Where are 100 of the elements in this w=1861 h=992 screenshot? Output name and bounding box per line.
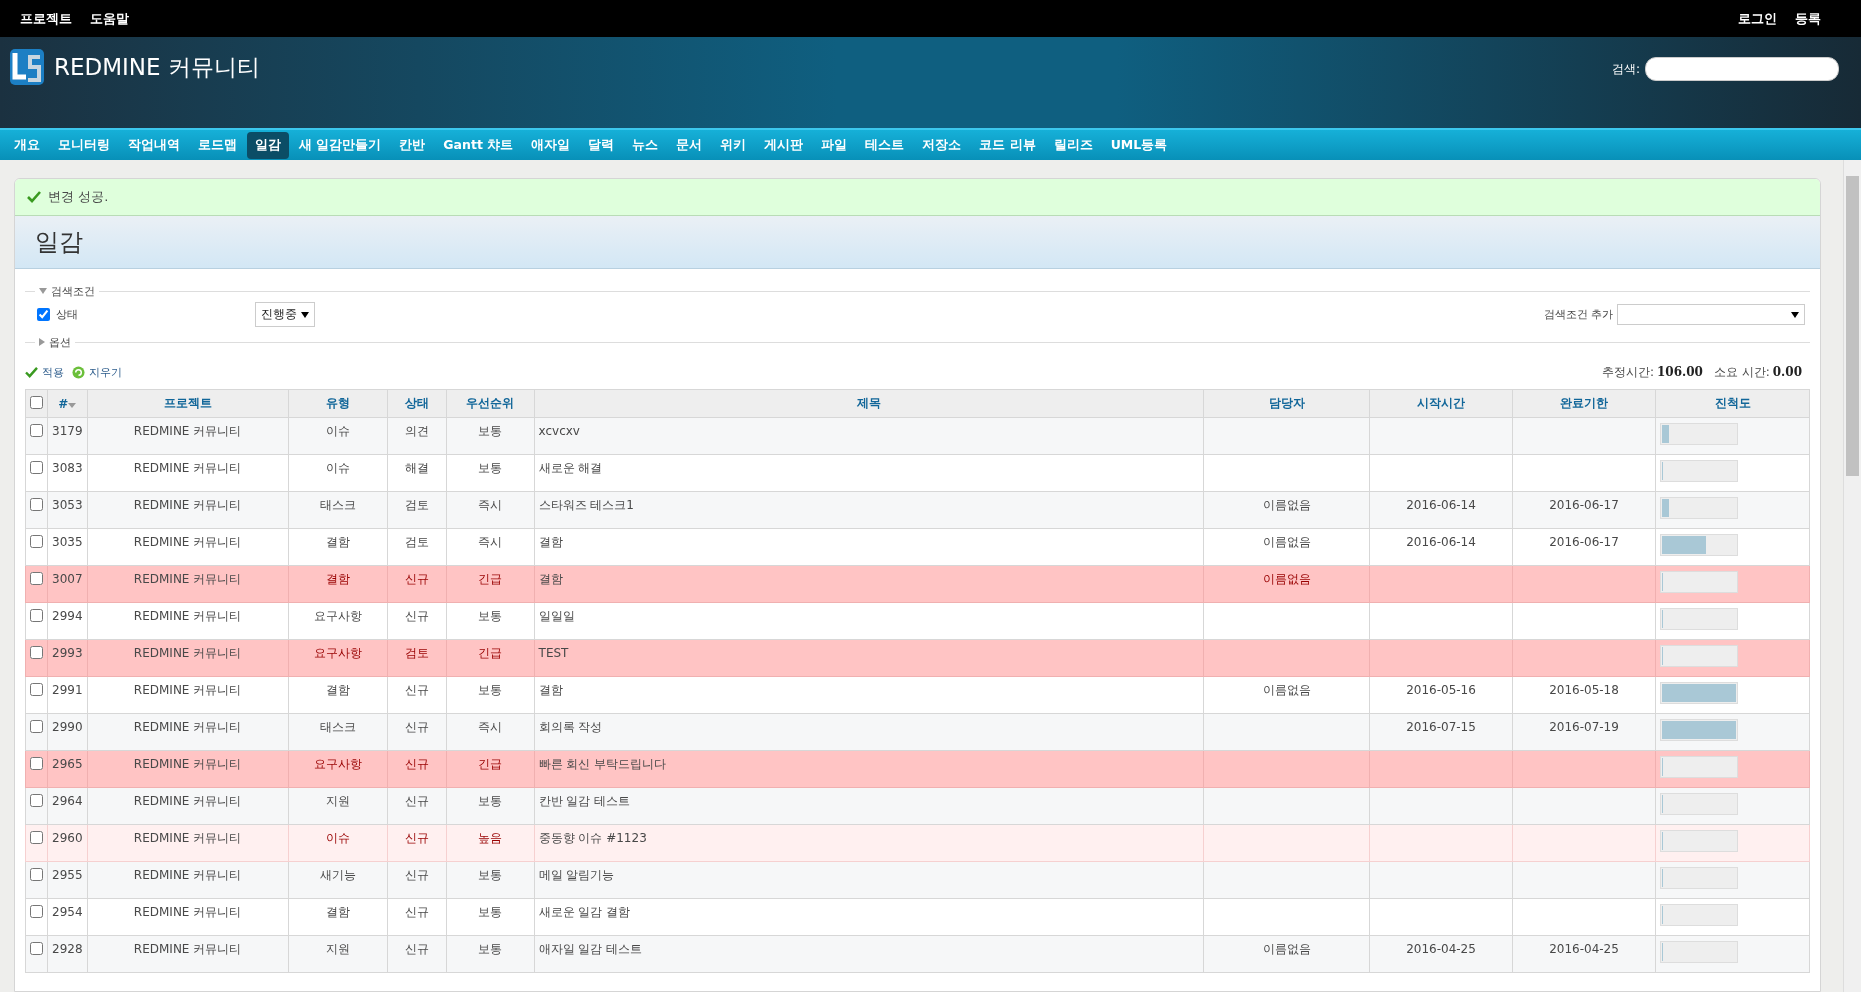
table-cell: 보통: [446, 935, 535, 973]
subject-link[interactable]: 스타워즈 테스크1: [534, 491, 1204, 529]
expanded-triangle-icon[interactable]: [39, 288, 47, 294]
row-checkbox[interactable]: [30, 720, 43, 733]
table-cell: 결함: [288, 565, 388, 603]
table-cell: 2016-06-17: [1512, 491, 1656, 529]
column-header[interactable]: 시작시간: [1369, 389, 1513, 418]
subject-link[interactable]: 새로운 일감 결함: [534, 898, 1204, 936]
row-checkbox[interactable]: [30, 683, 43, 696]
table-cell: 즉시: [446, 528, 535, 566]
issue-id-link[interactable]: 2955: [47, 861, 88, 899]
issue-id-link[interactable]: 3035: [47, 528, 88, 566]
table-cell: 보통: [446, 454, 535, 492]
row-checkbox[interactable]: [30, 424, 43, 437]
column-header[interactable]: 우선순위: [446, 389, 535, 418]
success-text: 변경 성공.: [48, 188, 109, 206]
table-cell: REDMINE 커뮤니티: [87, 935, 289, 973]
column-header[interactable]: #: [47, 389, 88, 418]
issue-id-link[interactable]: 3007: [47, 565, 88, 603]
column-header[interactable]: 담당자: [1203, 389, 1370, 418]
table-cell: 이름없음: [1203, 676, 1370, 714]
subject-link[interactable]: 빠른 회신 부탁드립니다: [534, 750, 1204, 788]
issue-id-link[interactable]: 2964: [47, 787, 88, 825]
table-cell: 2016-05-18: [1512, 676, 1656, 714]
issue-id-link[interactable]: 3083: [47, 454, 88, 492]
issue-id-link[interactable]: 2965: [47, 750, 88, 788]
column-header[interactable]: 완료기한: [1512, 389, 1656, 418]
column-header[interactable]: 상태: [387, 389, 447, 418]
table-cell: REDMINE 커뮤니티: [87, 528, 289, 566]
filter-action-link[interactable]: 적용: [42, 365, 64, 380]
column-header[interactable]: 진척도: [1655, 389, 1810, 418]
subject-link[interactable]: 중동향 이슈 #1123: [534, 824, 1204, 862]
table-cell: 결함: [288, 676, 388, 714]
issue-id-link[interactable]: 2991: [47, 676, 88, 714]
select-all-checkbox[interactable]: [30, 395, 43, 409]
top-menu-link[interactable]: 프로젝트: [20, 9, 72, 28]
subject-link[interactable]: 회의록 작성: [534, 713, 1204, 751]
column-header[interactable]: 유형: [288, 389, 388, 418]
table-cell: 2016-04-25: [1369, 935, 1513, 973]
table-cell: 신규: [387, 861, 447, 899]
issue-id-link[interactable]: 2928: [47, 935, 88, 973]
subject-link[interactable]: xcvcxv: [534, 417, 1204, 455]
row-checkbox[interactable]: [30, 535, 43, 548]
search-field[interactable]: [1645, 57, 1839, 81]
filter-legend[interactable]: 검색조건: [51, 283, 95, 299]
scrollbar[interactable]: [1843, 160, 1861, 992]
options-legend[interactable]: 옵션: [49, 334, 71, 350]
column-header[interactable]: 제목: [534, 389, 1204, 418]
table-cell: REDMINE 커뮤니티: [87, 713, 289, 751]
table-cell: 요구사항: [288, 639, 388, 677]
table-cell: 이슈: [288, 417, 388, 455]
issue-id-link[interactable]: 2960: [47, 824, 88, 862]
subject-link[interactable]: 메일 알림기능: [534, 861, 1204, 899]
row-checkbox[interactable]: [30, 609, 43, 622]
subject-link[interactable]: 결함: [534, 676, 1204, 714]
issue-id-link[interactable]: 3179: [47, 417, 88, 455]
subject-link[interactable]: 결함: [534, 565, 1204, 603]
total-value: 106.00: [1656, 365, 1703, 379]
row-checkbox[interactable]: [30, 942, 43, 955]
row-checkbox[interactable]: [30, 646, 43, 659]
collapsed-triangle-icon[interactable]: [39, 338, 45, 346]
table-cell: 2016-06-17: [1512, 528, 1656, 566]
issue-id-link[interactable]: 2994: [47, 602, 88, 640]
issue-id-link[interactable]: 2990: [47, 713, 88, 751]
total-label: 소요 시간:: [1713, 364, 1770, 381]
status-checkbox[interactable]: [37, 308, 50, 321]
nav-tab[interactable]: 일감: [247, 131, 289, 159]
table-cell: 2016-06-14: [1369, 528, 1513, 566]
subject-link[interactable]: TEST: [534, 639, 1204, 677]
table-cell: 보통: [446, 676, 535, 714]
table-cell: 신규: [387, 713, 447, 751]
account-link[interactable]: 등록: [1795, 9, 1821, 28]
table-cell: 2016-07-15: [1369, 713, 1513, 751]
account-link[interactable]: 로그인: [1738, 9, 1777, 28]
subject-link[interactable]: 일일일: [534, 602, 1204, 640]
row-checkbox[interactable]: [30, 905, 43, 918]
table-cell: 요구사항: [288, 750, 388, 788]
issue-id-link[interactable]: 2954: [47, 898, 88, 936]
row-checkbox[interactable]: [30, 498, 43, 511]
subject-link[interactable]: 애자일 일감 테스트: [534, 935, 1204, 973]
row-checkbox[interactable]: [30, 831, 43, 844]
table-cell: REDMINE 커뮤니티: [87, 824, 289, 862]
column-header[interactable]: 프로젝트: [87, 389, 289, 418]
issue-id-link[interactable]: 3053: [47, 491, 88, 529]
row-checkbox[interactable]: [30, 461, 43, 474]
row-checkbox[interactable]: [30, 868, 43, 881]
subject-link[interactable]: 칸반 일감 테스트: [534, 787, 1204, 825]
table-cell: 높음: [446, 824, 535, 862]
status-dropdown[interactable]: 진행중: [255, 302, 315, 327]
subject-link[interactable]: 결함: [534, 528, 1204, 566]
subject-link[interactable]: 새로운 해결: [534, 454, 1204, 492]
top-menu-link[interactable]: 도움말: [90, 9, 129, 28]
row-checkbox[interactable]: [30, 794, 43, 807]
issue-id-link[interactable]: 2993: [47, 639, 88, 677]
total-label: 추정시간:: [1601, 364, 1654, 381]
table-cell: 이슈: [288, 824, 388, 862]
filter-action-link[interactable]: 지우기: [89, 365, 122, 380]
row-checkbox[interactable]: [30, 757, 43, 770]
row-checkbox[interactable]: [30, 572, 43, 585]
table-cell: 검토: [387, 639, 447, 677]
